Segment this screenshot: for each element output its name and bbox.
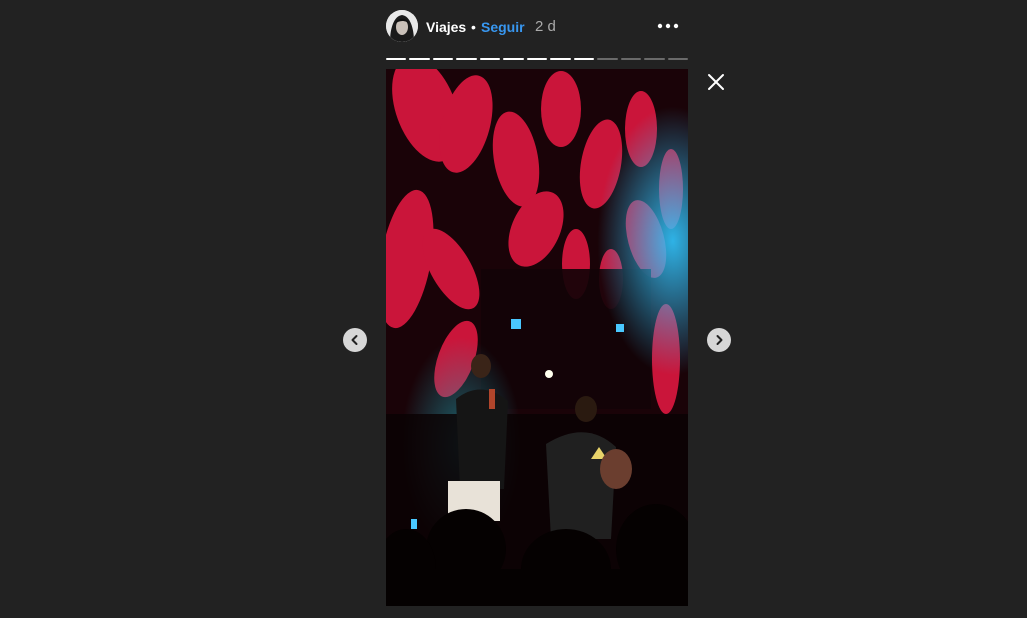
follow-button[interactable]: Seguir — [481, 19, 525, 35]
more-options-icon[interactable] — [656, 14, 680, 38]
progress-segment — [479, 58, 501, 60]
separator-dot: • — [471, 19, 476, 35]
progress-segment — [526, 58, 548, 60]
timestamp: 2 d — [535, 18, 556, 35]
next-story-button[interactable] — [707, 328, 731, 352]
story-media[interactable] — [386, 69, 688, 606]
progress-segment — [550, 58, 571, 60]
avatar[interactable] — [386, 10, 418, 42]
story-header: Viajes • Seguir 2 d — [386, 10, 688, 44]
progress-segment — [432, 58, 454, 60]
progress-segment — [409, 58, 430, 60]
progress-segment — [667, 58, 689, 60]
progress-segment — [597, 58, 618, 60]
progress-segment — [503, 58, 524, 60]
username[interactable]: Viajes — [426, 19, 466, 35]
story-progress-bar — [386, 58, 689, 60]
progress-segment — [644, 58, 665, 60]
previous-story-button[interactable] — [343, 328, 367, 352]
progress-segment — [386, 58, 407, 60]
progress-segment — [620, 58, 642, 60]
progress-segment — [456, 58, 477, 60]
chevron-left-icon — [351, 335, 358, 345]
progress-segment — [573, 58, 595, 60]
chevron-right-icon — [716, 335, 723, 345]
close-icon[interactable] — [702, 68, 730, 96]
